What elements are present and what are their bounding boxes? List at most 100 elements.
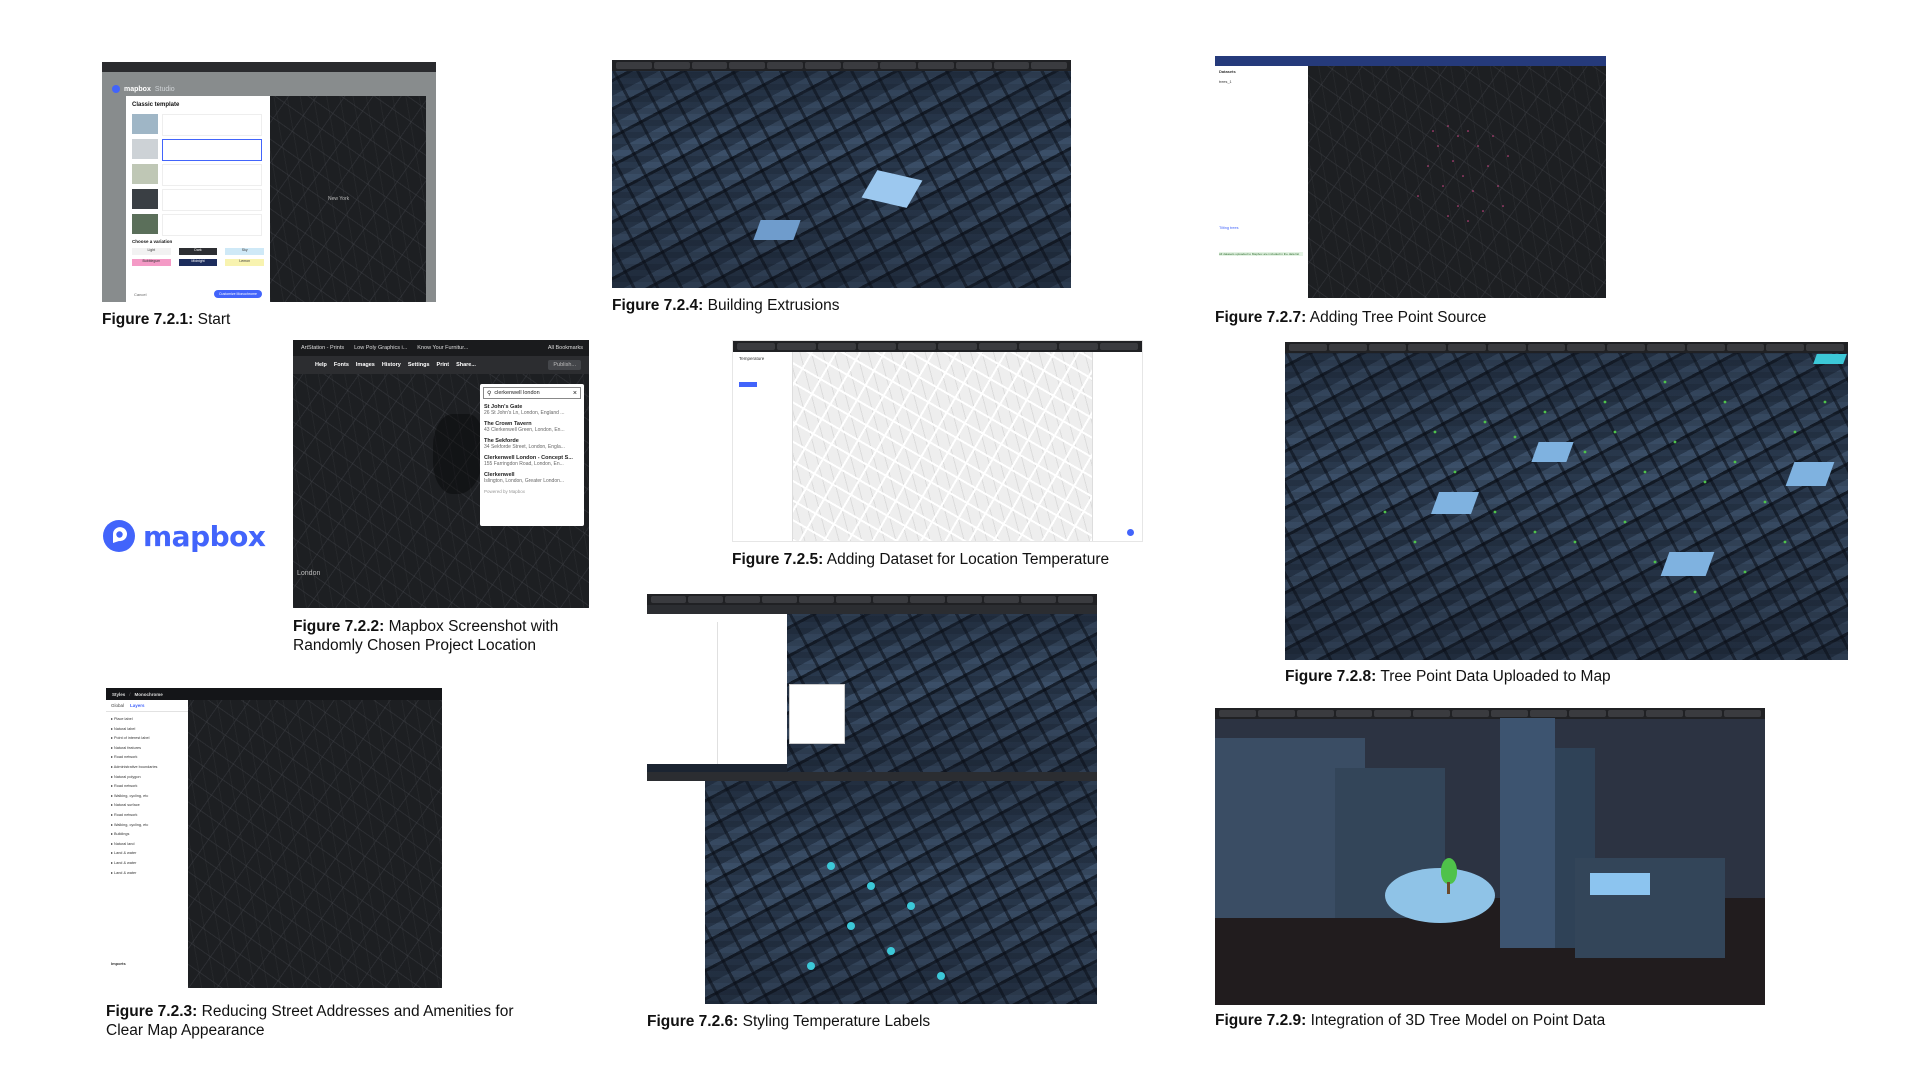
layer-name[interactable]: Tilting trees [1219, 226, 1238, 230]
layer-item[interactable]: ▸ Road network [111, 782, 183, 792]
search-input[interactable]: ⚲ clerkenwell london × [483, 387, 581, 399]
layer-item[interactable]: ▸ Buildings [111, 830, 183, 840]
layer-item[interactable]: ▸ Administrative boundaries [111, 763, 183, 773]
caption-figure-7-2-9: Figure 7.2.9: Integration of 3D Tree Mod… [1215, 1011, 1775, 1030]
temperature-label [907, 902, 915, 910]
template-item[interactable] [132, 114, 262, 136]
dialog-title: Classic template [132, 102, 180, 108]
result-item[interactable]: The Sekforde 34 Sekforde Street, London, … [484, 438, 580, 450]
layer-item[interactable]: ▸ Road network [111, 753, 183, 763]
layer-item[interactable]: ▸ Point of interest label [111, 734, 183, 744]
tab-layers[interactable]: Layers [130, 703, 145, 708]
layer-item[interactable]: ▸ Walking, cycling, etc [111, 821, 183, 831]
layer-item[interactable]: ▸ Natural polygon [111, 773, 183, 783]
result-list: St John's Gate 26 St John's Ln, London, E… [480, 402, 584, 496]
panel-tabs: Global Layers [106, 700, 188, 712]
caption-figure-7-2-2: Figure 7.2.2: Mapbox Screenshot with Ran… [293, 617, 593, 655]
layer-item[interactable]: ▸ Natural surface [111, 801, 183, 811]
layer-item[interactable]: ▸ Natural features [111, 744, 183, 754]
layer-panel [647, 781, 705, 1004]
customize-button[interactable]: Customize Monochrome [214, 290, 262, 298]
map-control-icon[interactable] [1127, 529, 1134, 536]
variation-dark[interactable]: Dark [178, 248, 218, 255]
layer-item[interactable]: ▸ Land & water [111, 849, 183, 859]
caption-figure-7-2-8: Figure 7.2.8: Tree Point Data Uploaded t… [1285, 667, 1845, 686]
caption-figure-7-2-6: Figure 7.2.6: Styling Temperature Labels [647, 1012, 1097, 1031]
tab-global[interactable]: Global [111, 703, 124, 708]
layer-item[interactable]: ▸ Land & water [111, 859, 183, 869]
figure-number: Figure 7.2.8: [1285, 668, 1377, 685]
toolbar-images[interactable]: Images [356, 362, 375, 368]
datasets-panel: Datasets trees_1 Tilting trees All datas… [1215, 66, 1308, 298]
template-item[interactable] [132, 164, 262, 186]
browser-tab[interactable]: Know Your Furnitur... [417, 345, 468, 351]
publish-button[interactable]: Publish... [548, 360, 581, 370]
layer-item[interactable]: ▸ Natural label [111, 725, 183, 735]
figure-7-2-9-screenshot [1215, 708, 1765, 1005]
result-item[interactable]: Clerkenwell London - Concept S... 155 Far… [484, 455, 580, 467]
result-item[interactable]: Clerkenwell Islington, London, Greater Lo… [484, 472, 580, 484]
toolbar-share[interactable]: Share... [456, 362, 476, 368]
figure-caption: Integration of 3D Tree Model on Point Da… [1310, 1012, 1606, 1029]
temperature-label [887, 947, 895, 955]
panel-title: Temperature [739, 356, 765, 361]
figure-7-2-4-screenshot [612, 60, 1071, 288]
template-item-selected[interactable] [132, 139, 262, 161]
cancel-button[interactable]: Cancel [134, 292, 146, 297]
toolbar-fonts[interactable]: Fonts [334, 362, 349, 368]
crumb-styles[interactable]: Styles [112, 692, 125, 697]
variation-lemon[interactable]: Lemon [225, 259, 264, 266]
caption-figure-7-2-1: Figure 7.2.1: Start [102, 310, 432, 329]
info-note: All datasets uploaded to Mapbox are incl… [1219, 252, 1303, 256]
layer-item[interactable]: ▸ Walking, cycling, etc [111, 792, 183, 802]
toolbar-help[interactable]: Help [315, 362, 327, 368]
figure-number: Figure 7.2.4: [612, 297, 704, 314]
variation-bubblegum[interactable]: Bubblegum [132, 259, 171, 266]
variation-grid: Light Dark Sky Bubblegum Midnight Lemon [132, 248, 264, 266]
toolbar-settings[interactable]: Settings [408, 362, 430, 368]
feature-panel [1092, 352, 1142, 541]
figure-number: Figure 7.2.5: [732, 551, 824, 568]
product-name: Studio [154, 85, 175, 93]
bookmarks-link[interactable]: All Bookmarks [548, 345, 583, 351]
result-item[interactable]: St John's Gate 26 St John's Ln, London, E… [484, 404, 580, 416]
layer-item[interactable]: ▸ Land & water [111, 869, 183, 879]
imports-footer[interactable]: Imports [111, 961, 126, 966]
result-item[interactable]: The Crown Tavern 43 Clerkenwell Green, Lo… [484, 421, 580, 433]
layer-item[interactable]: ▸ Place label [111, 715, 183, 725]
styles-header: Styles / Monochrome [106, 688, 442, 700]
layers-panel: Global Layers ▸ Place label ▸ Natural la… [106, 700, 188, 988]
template-item[interactable] [132, 214, 262, 236]
temperature-label [807, 962, 815, 970]
layer-item[interactable]: ▸ Natural land [111, 840, 183, 850]
tree-point-cloud [1417, 125, 1509, 222]
variation-midnight[interactable]: Midnight [178, 259, 218, 266]
figure-7-2-6-screenshot [647, 594, 1097, 1004]
template-item[interactable] [132, 189, 262, 211]
layer-item[interactable]: ▸ Road network [111, 811, 183, 821]
caption-figure-7-2-7: Figure 7.2.7: Adding Tree Point Source [1215, 308, 1615, 327]
temperature-label [827, 862, 835, 870]
layer-name[interactable]: trees_1 [1219, 80, 1232, 84]
clear-icon[interactable]: × [573, 390, 577, 397]
toolbar-print[interactable]: Print [437, 362, 450, 368]
powered-by: Powered by Mapbox [484, 489, 526, 494]
tree-model [1441, 858, 1457, 884]
caption-figure-7-2-4: Figure 7.2.4: Building Extrusions [612, 296, 1072, 315]
figure-caption: Start [197, 311, 231, 328]
layer-panel [647, 614, 787, 764]
browser-tab[interactable]: Low Poly Graphics i... [354, 345, 407, 351]
search-value: clerkenwell london [494, 390, 540, 396]
browser-tab[interactable]: ArtStation - Prints [301, 345, 344, 351]
variation-light[interactable]: Light [132, 248, 171, 255]
figure-7-2-1-screenshot: mapbox Studio New York Classic template … [102, 62, 436, 302]
variation-heading: Choose a variation [132, 239, 173, 244]
crumb-style-name[interactable]: Monochrome [135, 692, 163, 697]
variation-sky[interactable]: Sky [225, 248, 264, 255]
figure-7-2-5-screenshot: Temperature [732, 340, 1143, 542]
studio-toolbar: Help Fonts Images History Settings Print… [293, 356, 589, 374]
toolbar-history[interactable]: History [382, 362, 401, 368]
figure-number: Figure 7.2.9: [1215, 1012, 1307, 1029]
figure-caption: Adding Dataset for Location Temperature [826, 551, 1110, 568]
figure-caption: Building Extrusions [707, 297, 840, 314]
